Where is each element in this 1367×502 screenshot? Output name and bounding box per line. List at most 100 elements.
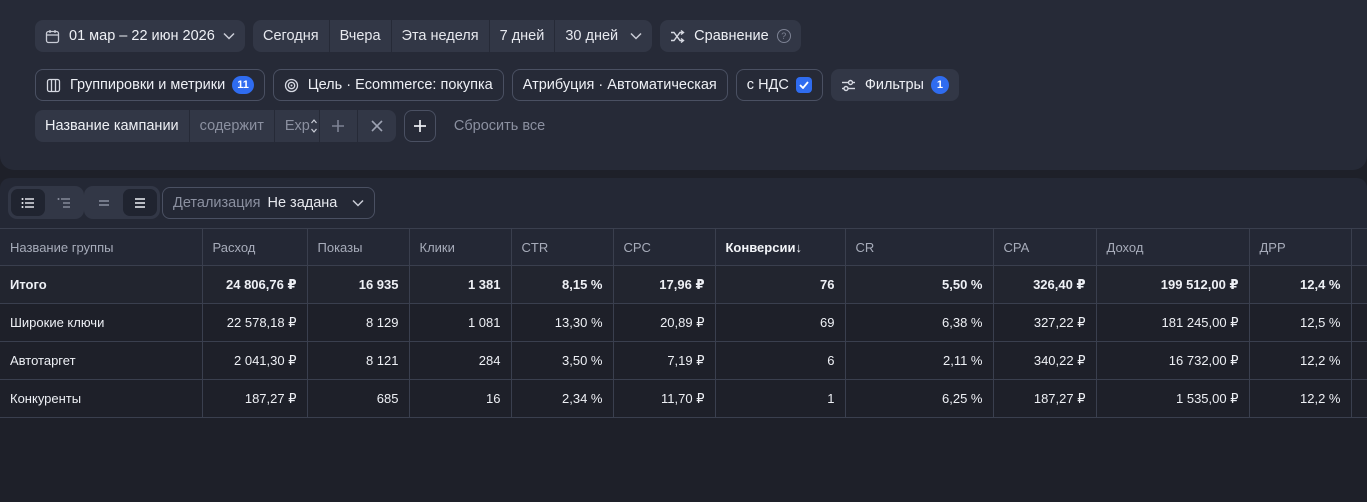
default-density-button[interactable] [123, 189, 157, 216]
detail-label: Детализация [173, 195, 261, 211]
period-30-days[interactable]: 30 дней [555, 20, 652, 52]
col-header-conversions[interactable]: Конверсии↓ [715, 228, 846, 266]
attribution-selector[interactable]: Атрибуция · Автоматическая [511, 69, 728, 101]
col-header-spend[interactable]: Расход [202, 228, 308, 266]
filter-value-text: Exp [284, 118, 310, 134]
col-header-drr[interactable]: ДРР [1249, 228, 1352, 266]
compare-button[interactable]: Сравнение ? [660, 20, 801, 52]
groupings-count-badge: 11 [232, 76, 254, 94]
cell: 12,2 % [1249, 341, 1352, 380]
density-toggle [84, 186, 160, 219]
table-row[interactable]: Конкуренты 187,27 ₽ 685 16 2,34 % 11,70 … [0, 379, 1367, 418]
help-icon[interactable]: ? [776, 29, 791, 43]
cell: 8 121 [307, 341, 410, 380]
chevron-down-icon [223, 32, 235, 40]
cell: 187,27 ₽ [993, 379, 1097, 418]
vat-checkbox[interactable] [795, 77, 812, 93]
detail-selector[interactable]: Детализация Не задана [162, 187, 376, 219]
cell: 326,40 ₽ [993, 265, 1097, 304]
col-header-cr[interactable]: CR [845, 228, 994, 266]
cell: 16 732,00 ₽ [1096, 341, 1250, 380]
view-mode-toggle [8, 186, 84, 219]
cell: 327,22 ₽ [993, 303, 1097, 342]
table-row[interactable]: Автотаргет 2 041,30 ₽ 8 121 284 3,50 % 7… [0, 341, 1367, 380]
groupings-metrics-button[interactable]: Группировки и метрики 11 [35, 69, 265, 101]
cell: 6,38 % [845, 303, 994, 342]
goal-selector[interactable]: Цель · Ecommerce: покупка [272, 69, 504, 101]
cell: 1 081 [409, 303, 512, 342]
cell: Итого [0, 265, 203, 304]
cell-spacer [1351, 341, 1367, 380]
cell: 20,89 ₽ [613, 303, 716, 342]
cell: 8,15 % [511, 265, 614, 304]
vat-toggle[interactable]: с НДС [735, 69, 823, 101]
cell: 6,25 % [845, 379, 994, 418]
filters-count-badge: 1 [930, 76, 949, 94]
period-30-days-label: 30 дней [565, 28, 619, 44]
col-header-conversions-label: Конверсии [725, 239, 796, 255]
filter-value[interactable]: Exp [275, 110, 320, 142]
cell: Конкуренты [0, 379, 203, 418]
col-header-clicks[interactable]: Клики [409, 228, 512, 266]
filter-condition: Название кампании содержит Exp [35, 110, 396, 142]
col-header-impressions[interactable]: Показы [307, 228, 410, 266]
cell: 16 [409, 379, 512, 418]
vat-label: с НДС [746, 77, 789, 93]
cell: 1 535,00 ₽ [1096, 379, 1250, 418]
cell: 3,50 % [511, 341, 614, 380]
cell: Широкие ключи [0, 303, 203, 342]
chevron-down-icon [630, 32, 642, 40]
cell: 12,4 % [1249, 265, 1352, 304]
period-7-days[interactable]: 7 дней [490, 20, 556, 52]
cell-spacer [1351, 303, 1367, 342]
filter-operator[interactable]: содержит [190, 110, 275, 142]
cell: 5,50 % [845, 265, 994, 304]
remove-condition-button[interactable] [358, 110, 396, 142]
col-header-cpc[interactable]: CPC [613, 228, 716, 266]
list-view-button[interactable] [11, 189, 45, 216]
cell: 284 [409, 341, 512, 380]
filter-field[interactable]: Название кампании [35, 110, 190, 142]
calendar-icon [45, 29, 60, 44]
groupings-label: Группировки и метрики [70, 77, 226, 93]
table-header-row: Название группы Расход Показы Клики CTR … [0, 228, 1367, 266]
cell: 340,22 ₽ [993, 341, 1097, 380]
col-header-revenue[interactable]: Доход [1096, 228, 1250, 266]
period-this-week[interactable]: Эта неделя [392, 20, 490, 52]
stepper-icon [310, 118, 317, 134]
cell: 13,30 % [511, 303, 614, 342]
cell: 2,11 % [845, 341, 994, 380]
filters-label: Фильтры [864, 77, 924, 93]
col-header-group-name[interactable]: Название группы [0, 228, 203, 266]
goal-label: Цель · Ecommerce: покупка [307, 77, 493, 93]
col-header-ctr[interactable]: CTR [511, 228, 614, 266]
cell: 8 129 [307, 303, 410, 342]
cell: 12,2 % [1249, 379, 1352, 418]
cell: 2,34 % [511, 379, 614, 418]
cell: 16 935 [307, 265, 410, 304]
compact-density-button[interactable] [87, 189, 121, 216]
cell: 11,70 ₽ [613, 379, 716, 418]
col-header-spacer [1351, 228, 1367, 266]
add-condition-button[interactable] [320, 110, 358, 142]
tree-view-button[interactable] [47, 189, 81, 216]
cell: 7,19 ₽ [613, 341, 716, 380]
date-range-picker[interactable]: 01 мар – 22 июн 2026 [35, 20, 245, 52]
cell: 22 578,18 ₽ [202, 303, 308, 342]
compare-label: Сравнение [694, 28, 769, 44]
target-icon [284, 78, 299, 93]
sliders-icon [841, 79, 856, 92]
add-filter-button[interactable] [403, 110, 436, 142]
period-yesterday[interactable]: Вчера [330, 20, 392, 52]
col-header-cpa[interactable]: CPA [993, 228, 1097, 266]
table-row[interactable]: Широкие ключи 22 578,18 ₽ 8 129 1 081 13… [0, 303, 1367, 342]
cell: 1 381 [409, 265, 512, 304]
cell: 1 [715, 379, 846, 418]
date-range-label: 01 мар – 22 июн 2026 [69, 28, 215, 44]
period-today[interactable]: Сегодня [253, 20, 330, 52]
filters-button[interactable]: Фильтры 1 [830, 69, 959, 101]
cell: 69 [715, 303, 846, 342]
reset-all-link[interactable]: Сбросить все [454, 118, 545, 134]
shuffle-icon [670, 29, 685, 43]
cell: 76 [715, 265, 846, 304]
